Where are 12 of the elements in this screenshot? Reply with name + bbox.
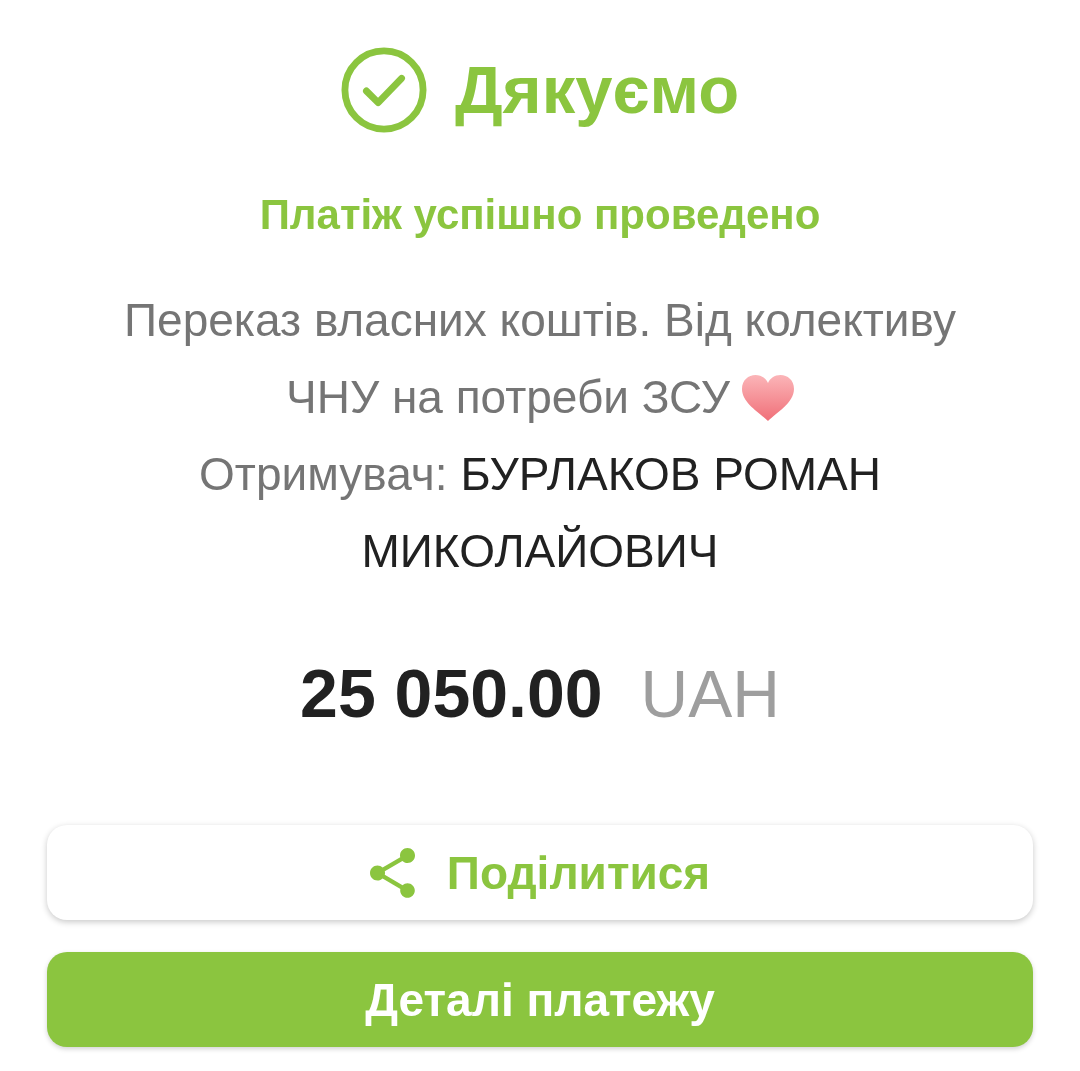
title-text: Дякуємо — [454, 51, 740, 129]
recipient-text: Отримувач: БУРЛАКОВ РОМАН МИКОЛАЙОВИЧ — [198, 447, 882, 579]
heart-icon — [741, 374, 794, 421]
description-line: Переказ власних коштів. Від колективу — [124, 293, 956, 348]
currency-label: UAH — [640, 657, 780, 731]
share-button[interactable]: Поділитися — [47, 825, 1033, 920]
amount-value: 25 050.00 — [300, 656, 603, 730]
check-circle-icon — [340, 47, 427, 133]
status-text: Платіж успішно проведено — [259, 191, 821, 239]
share-icon — [369, 847, 415, 898]
payment-details-button[interactable]: Деталі платежу — [47, 952, 1033, 1047]
description-line: ЧНУ на потреби ЗСУ — [286, 370, 730, 425]
